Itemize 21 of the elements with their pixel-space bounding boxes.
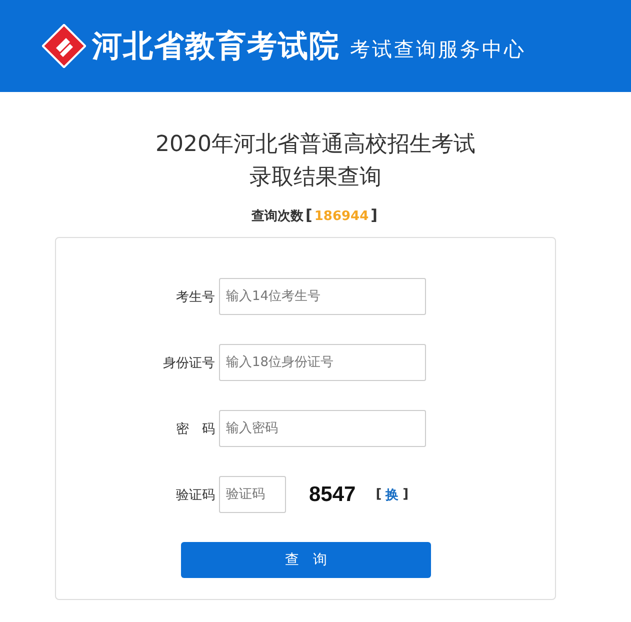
input-field[interactable]: 输入密码 <box>219 410 426 447</box>
captcha-code: 8547 <box>309 482 356 506</box>
institute-name: 河北省教育考试院 <box>92 28 340 66</box>
bracket: [ <box>306 206 312 224</box>
input-field[interactable]: 输入18位身份证号 <box>219 344 426 381</box>
page-title: 录取结果查询 <box>248 164 382 192</box>
field-label: 验证码 <box>175 486 216 504</box>
input-field[interactable]: 输入14位考生号 <box>219 278 426 315</box>
query-button[interactable]: 查 询 <box>181 542 431 578</box>
counter-label: 查询次数 <box>252 209 304 224</box>
field-label: 身份证号 <box>162 354 216 372</box>
refresh-link[interactable]: 换 <box>386 486 399 504</box>
page-title: 2020年河北省普通高校招生考试 <box>154 131 476 159</box>
query-count: 186944 <box>314 209 369 224</box>
field-label: 密 码 <box>175 420 216 438</box>
bracket: ] <box>402 487 409 502</box>
bracket: ] <box>370 206 378 224</box>
bracket: [ <box>376 487 382 502</box>
service-center-name: 考试查询服务中心 <box>350 38 526 62</box>
field-label: 考生号 <box>175 288 216 306</box>
captcha-field[interactable]: 验证码 <box>219 476 286 513</box>
